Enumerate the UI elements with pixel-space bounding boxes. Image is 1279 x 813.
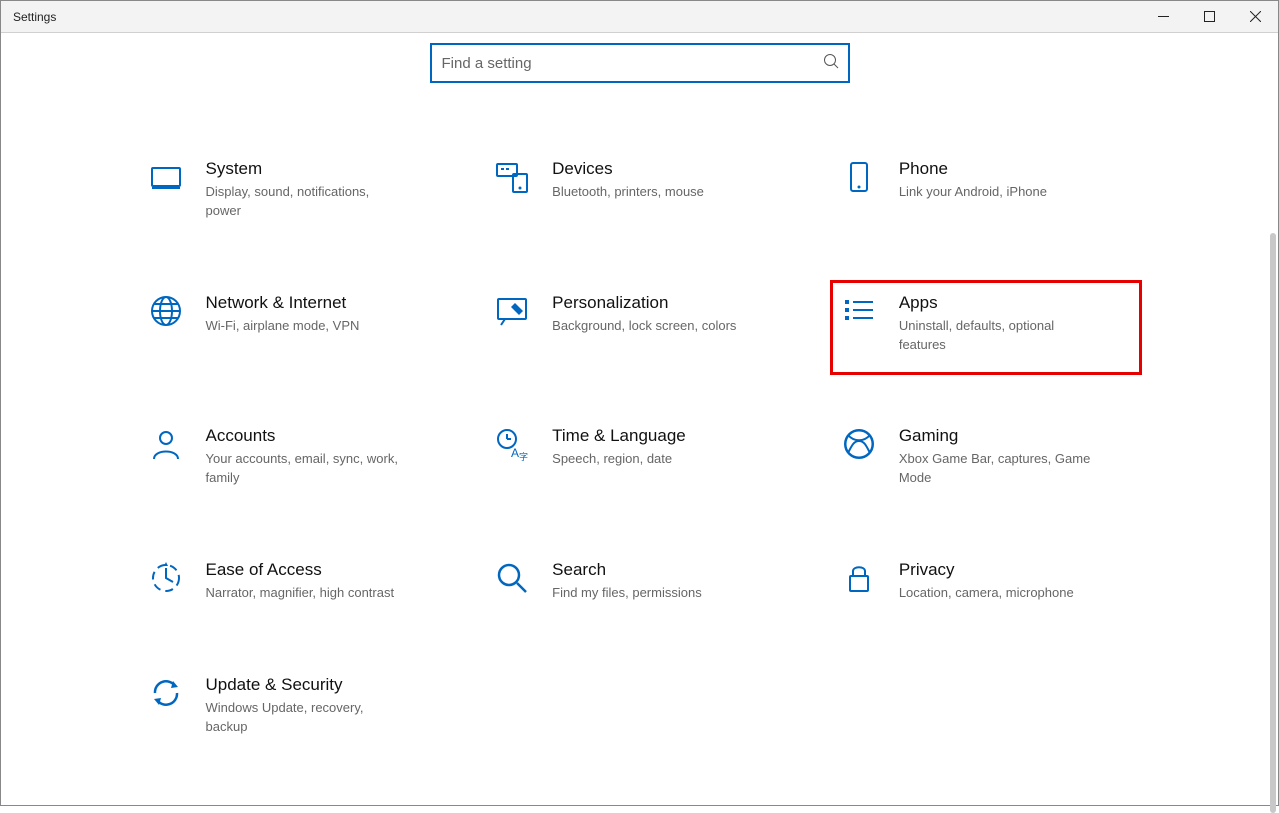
devices-icon — [494, 159, 530, 195]
tile-desc: Uninstall, defaults, optional features — [899, 317, 1099, 355]
maximize-button[interactable] — [1186, 1, 1232, 32]
minimize-button[interactable] — [1140, 1, 1186, 32]
system-icon — [148, 159, 184, 195]
time-language-icon — [494, 426, 530, 462]
close-button[interactable] — [1232, 1, 1278, 32]
tile-desc: Windows Update, recovery, backup — [206, 699, 406, 737]
tile-title: Phone — [899, 159, 1132, 179]
tile-network[interactable]: Network & Internet Wi-Fi, airplane mode, … — [140, 287, 447, 361]
globe-icon — [148, 293, 184, 329]
tile-desc: Narrator, magnifier, high contrast — [206, 584, 406, 603]
tile-gaming[interactable]: Gaming Xbox Game Bar, captures, Game Mode — [833, 420, 1140, 494]
apps-icon — [841, 293, 877, 329]
lock-icon — [841, 560, 877, 596]
tile-desc: Bluetooth, printers, mouse — [552, 183, 752, 202]
tile-system[interactable]: System Display, sound, notifications, pow… — [140, 153, 447, 227]
window-title: Settings — [13, 10, 56, 24]
tile-title: Privacy — [899, 560, 1132, 580]
tile-title: Apps — [899, 293, 1132, 313]
search-icon — [814, 53, 848, 74]
gaming-icon — [841, 426, 877, 462]
tile-desc: Speech, region, date — [552, 450, 752, 469]
tile-update[interactable]: Update & Security Windows Update, recover… — [140, 669, 447, 743]
window-controls — [1140, 1, 1278, 32]
tile-title: Ease of Access — [206, 560, 439, 580]
tile-title: Network & Internet — [206, 293, 439, 313]
tile-privacy[interactable]: Privacy Location, camera, microphone — [833, 554, 1140, 609]
tile-accounts[interactable]: Accounts Your accounts, email, sync, work… — [140, 420, 447, 494]
tile-phone[interactable]: Phone Link your Android, iPhone — [833, 153, 1140, 227]
tile-desc: Wi-Fi, airplane mode, VPN — [206, 317, 406, 336]
update-icon — [148, 675, 184, 711]
tile-title: System — [206, 159, 439, 179]
tile-personalization[interactable]: Personalization Background, lock screen, … — [486, 287, 793, 361]
settings-grid: System Display, sound, notifications, pow… — [140, 153, 1140, 743]
tile-search[interactable]: Search Find my files, permissions — [486, 554, 793, 609]
scrollbar-thumb[interactable] — [1270, 233, 1276, 813]
tile-desc: Link your Android, iPhone — [899, 183, 1099, 202]
search-box[interactable] — [430, 43, 850, 83]
tile-title: Accounts — [206, 426, 439, 446]
tile-title: Search — [552, 560, 785, 580]
ease-icon — [148, 560, 184, 596]
search-input[interactable] — [432, 55, 814, 72]
tile-desc: Location, camera, microphone — [899, 584, 1099, 603]
tile-desc: Xbox Game Bar, captures, Game Mode — [899, 450, 1099, 488]
person-icon — [148, 426, 184, 462]
phone-icon — [841, 159, 877, 195]
tile-title: Time & Language — [552, 426, 785, 446]
personalization-icon — [494, 293, 530, 329]
tile-ease[interactable]: Ease of Access Narrator, magnifier, high … — [140, 554, 447, 609]
tile-desc: Display, sound, notifications, power — [206, 183, 406, 221]
content-area: System Display, sound, notifications, pow… — [1, 33, 1278, 807]
tile-desc: Find my files, permissions — [552, 584, 752, 603]
tile-time[interactable]: Time & Language Speech, region, date — [486, 420, 793, 494]
tile-title: Update & Security — [206, 675, 439, 695]
tile-apps[interactable]: Apps Uninstall, defaults, optional featur… — [830, 280, 1143, 376]
tile-desc: Your accounts, email, sync, work, family — [206, 450, 406, 488]
tile-title: Gaming — [899, 426, 1132, 446]
tile-devices[interactable]: Devices Bluetooth, printers, mouse — [486, 153, 793, 227]
search-icon — [494, 560, 530, 596]
tile-desc: Background, lock screen, colors — [552, 317, 752, 336]
title-bar: Settings — [1, 1, 1278, 33]
tile-title: Personalization — [552, 293, 785, 313]
tile-title: Devices — [552, 159, 785, 179]
